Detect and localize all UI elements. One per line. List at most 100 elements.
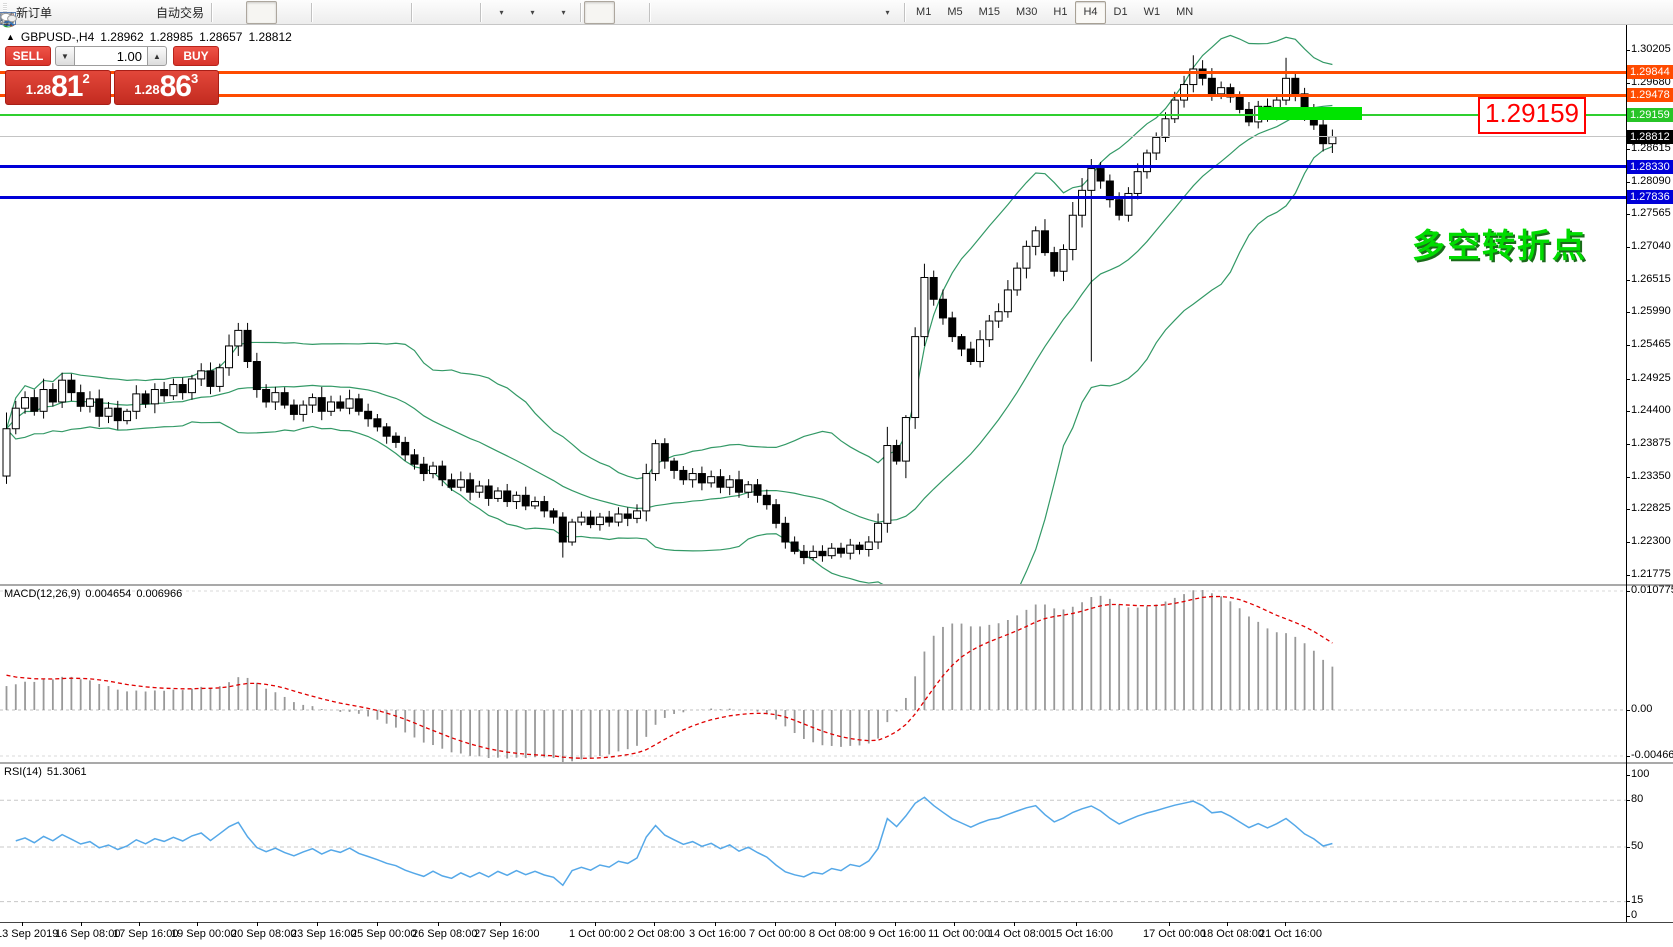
- resistance-line-1[interactable]: [0, 71, 1626, 74]
- resistance-line-2[interactable]: [0, 94, 1626, 97]
- volume-input[interactable]: [75, 46, 147, 66]
- candle-body: [1162, 119, 1169, 138]
- timeframe-m5-button[interactable]: M5: [939, 1, 970, 24]
- candle-body: [958, 337, 965, 349]
- collapse-panel-arrow[interactable]: ▲: [6, 32, 15, 42]
- price-flag-label[interactable]: 1.29159: [1478, 97, 1586, 134]
- highlight-rectangle[interactable]: [1258, 107, 1362, 120]
- text-label-button[interactable]: T: [839, 1, 870, 24]
- pane-separator-macd[interactable]: [0, 584, 1673, 587]
- chinese-annotation[interactable]: 多空转折点: [1412, 219, 1587, 267]
- pane-separator-rsi[interactable]: [0, 762, 1673, 765]
- price-tick-mark: [1626, 50, 1630, 51]
- candle-body: [77, 393, 84, 407]
- support-line-2[interactable]: [0, 196, 1626, 199]
- indicator-tick-mark: [1626, 775, 1630, 776]
- autotrading-button[interactable]: 自动交易: [149, 1, 208, 24]
- trendline-button[interactable]: [715, 1, 746, 24]
- rsi-pane[interactable]: [0, 764, 1626, 921]
- time-tick-mark: [22, 922, 23, 926]
- candle-body: [49, 390, 56, 402]
- low-value: 1.28657: [199, 30, 242, 44]
- timeframe-mn-button[interactable]: MN: [1168, 1, 1201, 24]
- macd-pane[interactable]: [0, 586, 1626, 762]
- price-tick-mark: [1626, 542, 1630, 543]
- candle-body: [763, 495, 770, 504]
- toolbar-separator: [649, 3, 650, 22]
- candlestick-chart-button[interactable]: [246, 1, 277, 24]
- price-tick-label: 1.28615: [1631, 142, 1671, 154]
- candle-body: [263, 390, 270, 402]
- periods-button[interactable]: ▾: [515, 1, 546, 24]
- arrows-button[interactable]: ▾: [870, 1, 901, 24]
- candle-body: [430, 466, 437, 473]
- chat-button[interactable]: [1634, 1, 1665, 24]
- candle-body: [22, 398, 29, 409]
- gold-button[interactable]: [56, 1, 87, 24]
- volume-increase-button[interactable]: ▲: [147, 46, 167, 66]
- candle-body: [216, 368, 223, 387]
- macd-value: 0.004654: [85, 588, 131, 600]
- indicator-tick-label: 0: [1631, 909, 1637, 921]
- line-chart-button[interactable]: [277, 1, 308, 24]
- templates-button[interactable]: ▾: [546, 1, 577, 24]
- chart-shift-button[interactable]: [446, 1, 477, 24]
- candle-body: [1079, 190, 1086, 215]
- candle-body: [884, 446, 891, 524]
- candle-body: [68, 380, 75, 392]
- price-tick-mark: [1626, 280, 1630, 281]
- timeframe-h4-button[interactable]: H4: [1075, 1, 1105, 24]
- timeframe-w1-button[interactable]: W1: [1136, 1, 1169, 24]
- horizontal-line-button[interactable]: [684, 1, 715, 24]
- timeframe-m30-button[interactable]: M30: [1008, 1, 1045, 24]
- search-button[interactable]: [1597, 1, 1628, 24]
- sell-button[interactable]: SELL: [5, 46, 51, 66]
- price-tick-mark: [1626, 149, 1630, 150]
- zoom-out-button[interactable]: [346, 1, 377, 24]
- timeframe-m15-button[interactable]: M15: [971, 1, 1008, 24]
- price-badge-1.28330: 1.28330: [1627, 160, 1673, 174]
- candle-body: [170, 385, 177, 396]
- one-click-trading-panel: SELL ▼ ▲ BUY 1.28 81 2 1.28 86 3: [5, 46, 219, 105]
- vertical-line-button[interactable]: [653, 1, 684, 24]
- support-line-1[interactable]: [0, 165, 1626, 168]
- indicator-tick-mark: [1626, 847, 1630, 848]
- price-badge-1.27836: 1.27836: [1627, 190, 1673, 204]
- tile-windows-button[interactable]: [377, 1, 408, 24]
- crosshair-button[interactable]: [615, 1, 646, 24]
- candle-body: [1292, 78, 1299, 94]
- buy-price-point: 3: [191, 72, 198, 85]
- text-button[interactable]: A: [808, 1, 839, 24]
- volume-decrease-button[interactable]: ▼: [55, 46, 75, 66]
- timeframe-d1-button[interactable]: D1: [1106, 1, 1136, 24]
- toolbar-separator: [580, 3, 581, 22]
- close-value: 1.28812: [248, 30, 291, 44]
- time-tick-mark: [1076, 922, 1077, 926]
- zoom-in-button[interactable]: [315, 1, 346, 24]
- timeframe-h1-button[interactable]: H1: [1045, 1, 1075, 24]
- bid-price-line: [0, 136, 1626, 137]
- time-tick-label: 14 Oct 08:00: [988, 928, 1051, 940]
- buy-price[interactable]: 1.28 86 3: [114, 70, 220, 105]
- main-chart[interactable]: [0, 25, 1626, 584]
- candle-body: [995, 312, 1002, 321]
- timeframe-m1-button[interactable]: M1: [908, 1, 939, 24]
- new-chart-button[interactable]: ▾: [484, 1, 515, 24]
- sell-price[interactable]: 1.28 81 2: [5, 70, 111, 105]
- fibonacci-button[interactable]: F: [777, 1, 808, 24]
- auto-scroll-button[interactable]: [415, 1, 446, 24]
- pivot-line[interactable]: [0, 114, 1626, 116]
- candle-body: [151, 390, 158, 404]
- bar-chart-button[interactable]: [215, 1, 246, 24]
- profile-button[interactable]: [87, 1, 118, 24]
- equidistant-channel-button[interactable]: E: [746, 1, 777, 24]
- price-tick-label: 1.22300: [1631, 535, 1671, 547]
- cursor-button[interactable]: [584, 1, 615, 24]
- buy-button[interactable]: BUY: [173, 46, 219, 66]
- price-tick-label: 1.21775: [1631, 568, 1671, 580]
- candle-body: [411, 455, 418, 464]
- toolbar-separator: [311, 3, 312, 22]
- signals-button[interactable]: [118, 1, 149, 24]
- price-tick-label: 1.25465: [1631, 338, 1671, 350]
- high-value: 1.28985: [150, 30, 193, 44]
